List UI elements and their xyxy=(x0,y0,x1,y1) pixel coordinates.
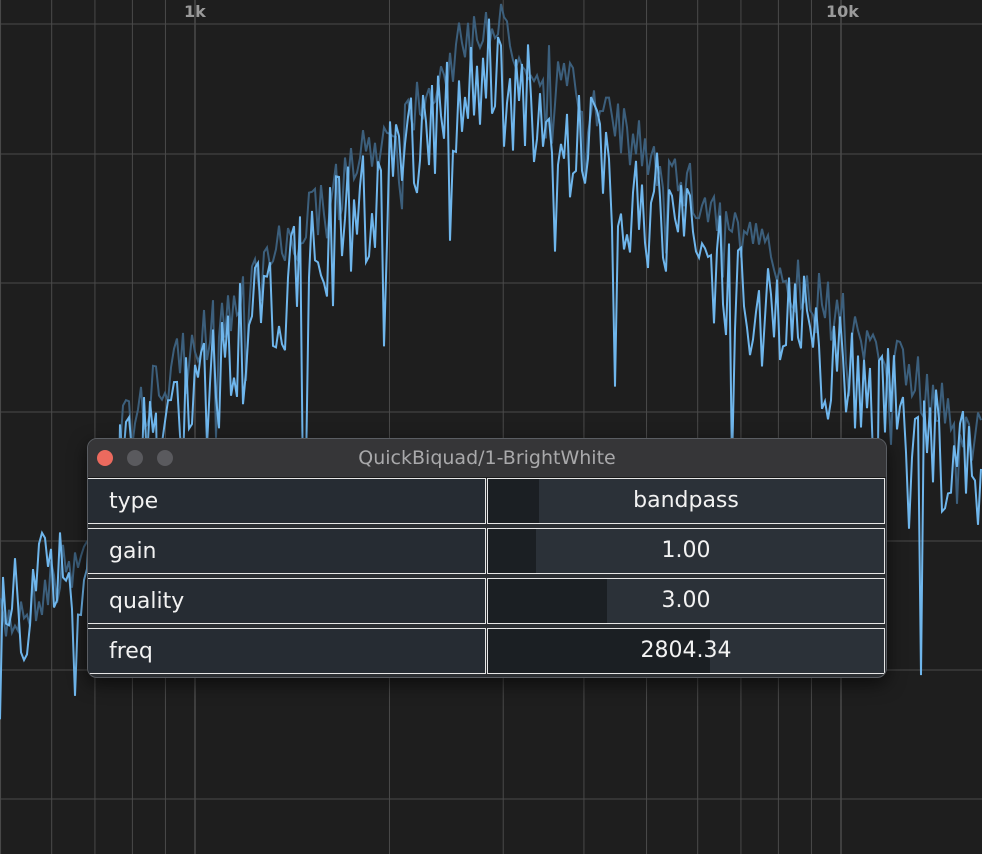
param-label-cell: freq xyxy=(88,628,486,674)
gain-slider[interactable]: 1.00 xyxy=(487,528,885,574)
quality-slider[interactable]: 3.00 xyxy=(487,578,885,624)
param-label-quality: quality xyxy=(109,589,185,614)
quality-value: 3.00 xyxy=(661,588,711,613)
param-row-gain: gain 1.00 xyxy=(88,528,886,576)
gain-value: 1.00 xyxy=(661,538,711,563)
window-title: QuickBiquad/1-BrightWhite xyxy=(358,447,616,469)
param-label-freq: freq xyxy=(109,639,153,664)
freq-label-1k: 1k xyxy=(184,2,206,21)
param-label-gain: gain xyxy=(109,539,157,564)
spectrum-plot xyxy=(0,0,982,854)
spectrum-grid xyxy=(0,0,982,854)
param-label-cell: gain xyxy=(88,528,486,574)
param-label-type: type xyxy=(109,489,159,514)
param-label-cell: quality xyxy=(88,578,486,624)
type-value: bandpass xyxy=(633,488,739,513)
param-label-cell: type xyxy=(88,478,486,524)
param-row-quality: quality 3.00 xyxy=(88,578,886,626)
plugin-window: QuickBiquad/1-BrightWhite type bandpass … xyxy=(87,438,887,678)
type-slider[interactable]: bandpass xyxy=(487,478,885,524)
param-row-freq: freq 2804.34 xyxy=(88,628,886,676)
freq-slider[interactable]: 2804.34 xyxy=(487,628,885,674)
freq-label-10k: 10k xyxy=(826,2,859,21)
freq-value: 2804.34 xyxy=(640,638,732,663)
window-titlebar[interactable]: QuickBiquad/1-BrightWhite xyxy=(88,439,886,478)
param-row-type: type bandpass xyxy=(88,478,886,526)
